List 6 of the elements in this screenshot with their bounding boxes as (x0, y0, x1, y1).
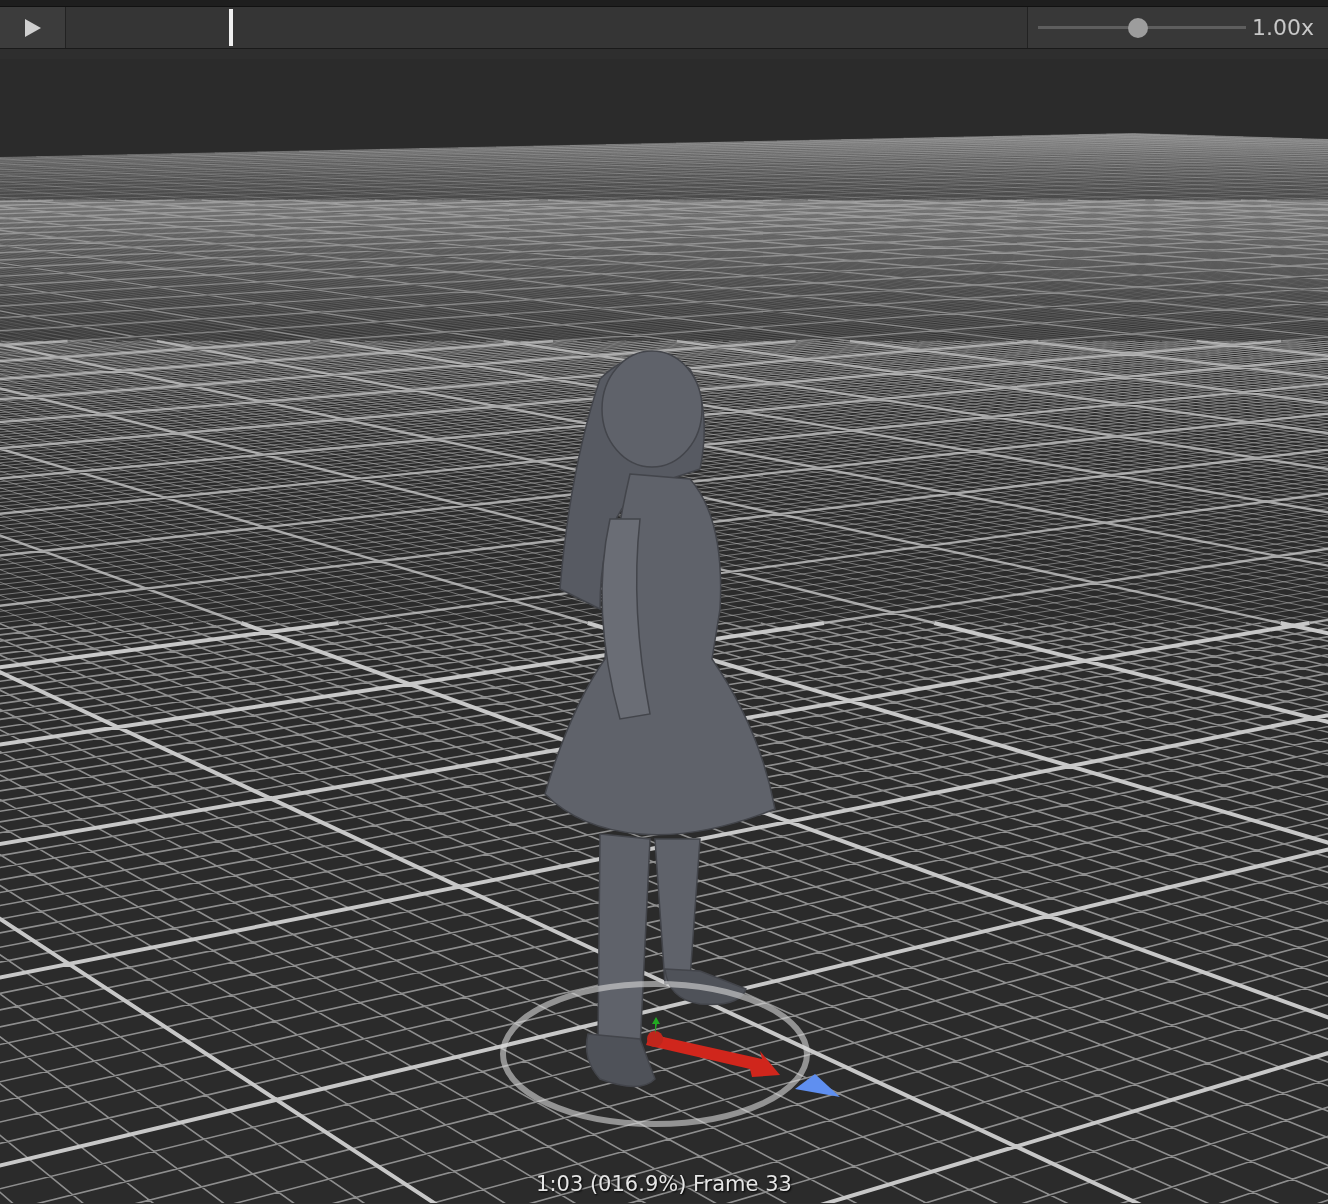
play-button[interactable] (0, 7, 66, 48)
speed-reading: 1.00x (1252, 15, 1314, 40)
play-icon (23, 17, 42, 38)
slider-thumb[interactable] (1127, 17, 1148, 38)
frame-status: 1:03 (016.9%) Frame 33 (536, 1172, 792, 1196)
playhead[interactable] (229, 9, 234, 46)
